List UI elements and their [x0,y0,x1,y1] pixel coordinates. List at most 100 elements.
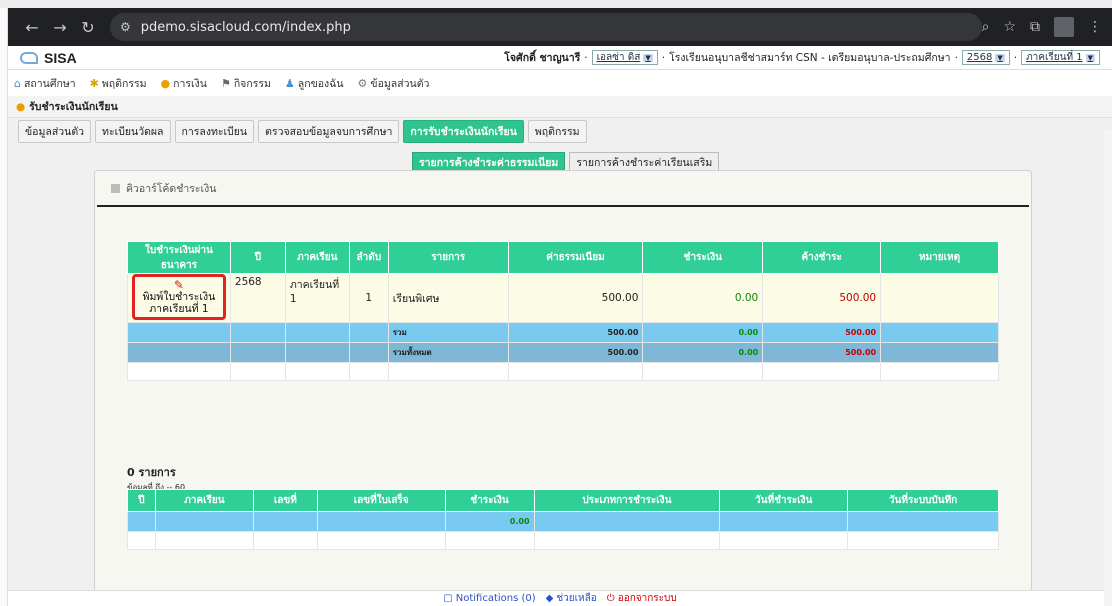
money-icon: ● [16,100,26,113]
total-empty [284,342,350,363]
cell-item: เรียนพิเศษ [387,273,509,323]
blank-cell [154,531,254,550]
tab-personal-info[interactable]: ข้อมูลส่วนตัว [18,119,92,143]
header-receipt-no: เลขที่ใบเสร็จ [316,489,446,512]
help-label: ช่วยเหลือ [556,593,597,604]
address-bar[interactable]: ⚙ pdemo.sisacloud.com/index.php [110,13,982,41]
menu-label: การเงิน [173,77,207,90]
blank-cell [533,511,721,532]
logout-label: ออกจากระบบ [617,593,677,604]
total-paid: 0.00 [642,342,764,363]
year-select[interactable]: 2568 ▼ [961,50,1010,65]
blank-cell [127,511,156,532]
header-term: ภาคเรียน [284,241,350,274]
page-title: รับชำระเงินนักเรียน [29,101,118,113]
site-settings-icon[interactable]: ⚙ [120,20,131,34]
cell-year: 2568 [229,273,286,323]
header-payment-type: ประเภทการชำระเงิน [533,489,721,512]
main-menu: ⌂ สถานศึกษา ✱ พฤติกรรม ● การเงิน ⚑ กิจกรรม ♟… [8,70,1112,96]
header-item: รายการ [387,241,509,274]
header-term: ภาคเรียน [154,489,254,512]
table-row-total: รวมทั้งหมด 500.00 0.00 500.00 [127,342,999,363]
header-paid: ชำระเงิน [642,241,764,274]
cell-term: ภาคเรียนที่ 1 [284,273,350,323]
profile-icon: ⚙ [357,76,368,90]
total-label: รวมทั้งหมด [387,342,509,363]
print-slip-button[interactable]: ✎ พิมพ์ใบชำระเงิน ภาคเรียนที่ 1 [132,274,226,320]
cell-note [880,273,999,323]
print-cell: ✎ พิมพ์ใบชำระเงิน ภาคเรียนที่ 1 [127,273,231,323]
blank-cell [316,531,446,550]
extensions-icon[interactable]: ⧉ [1030,19,1040,35]
sum-note [880,322,999,343]
header-payment-date: วันที่ชำระเงิน [719,489,849,512]
logo[interactable]: SISA [20,50,77,66]
chevron-down-icon: ▼ [1085,53,1095,62]
scrollbar[interactable] [1104,130,1112,606]
back-icon[interactable]: ← [18,18,46,37]
role-select[interactable]: เอลซ่า ดิส ▼ [591,50,658,65]
tab-behavior[interactable]: พฤติกรรม [527,119,587,143]
blank-cell [154,511,254,532]
cell-seq: 1 [348,273,389,323]
tab-graduation-check[interactable]: ตรวจสอบข้อมูลจบการศึกษา [258,119,400,143]
profile-avatar[interactable] [1054,17,1074,37]
notifications-link[interactable]: ▢ Notifications (0) [443,593,535,604]
payment-panel: คิวอาร์โค้ดชำระเงิน ใบชำระเงินผ่านธนาคาร… [94,170,1032,592]
total-empty [229,342,286,363]
blank-cell [284,362,350,381]
table-row: ✎ พิมพ์ใบชำระเงิน ภาคเรียนที่ 1 2568 ภาค… [127,273,999,323]
menu-item-finance[interactable]: ● การเงิน [161,75,207,92]
panel-title: คิวอาร์โค้ดชำระเงิน [126,182,217,195]
blank-cell [444,531,535,550]
menu-item-school[interactable]: ⌂ สถานศึกษา [14,75,76,92]
menu-label: พฤติกรรม [101,77,147,90]
bookmark-star-icon[interactable]: ☆ [1003,19,1016,35]
sum-empty [284,322,350,343]
blank-cell [880,362,999,381]
sisa-logo-icon [20,51,38,64]
menu-item-my-children[interactable]: ♟ ลูกของฉัน [285,75,344,92]
tab-registration[interactable]: การลงทะเบียน [174,119,255,143]
menu-item-behavior[interactable]: ✱ พฤติกรรม [90,75,147,92]
behavior-icon: ✱ [89,76,99,90]
blank-cell [533,531,721,550]
help-link[interactable]: ◆ ช่วยเหลือ [546,591,597,606]
reload-icon[interactable]: ↻ [74,18,102,37]
header-year: ปี [229,241,286,274]
fees-table: ใบชำระเงินผ่านธนาคาร ปี ภาคเรียน ลำดับ ร… [127,241,999,381]
term-select[interactable]: ภาคเรียนที่ 1 ▼ [1021,50,1100,65]
total-note [880,342,999,363]
notifications-label: Notifications (0) [455,593,536,604]
browser-toolbar: ← → ↻ ⚙ pdemo.sisacloud.com/index.php ⌕ … [8,8,1112,46]
zoom-icon[interactable]: ⌕ [982,19,990,35]
sum-empty [348,322,389,343]
sum-due: 500.00 [762,322,882,343]
menu-dots-icon[interactable]: ⋮ [1088,19,1102,35]
house-icon: ⌂ [14,76,21,90]
blank-cell [642,362,764,381]
cell-paid: 0.00 [642,273,764,323]
pdf-icon: ✎ [173,278,184,292]
menu-label: ข้อมูลส่วนตัว [370,77,430,90]
activity-icon: ⚑ [220,76,231,90]
help-icon: ◆ [545,593,554,604]
qr-code-icon [111,183,120,193]
table-row-blank [127,362,999,381]
blank-cell [127,362,231,381]
header-bank-slip: ใบชำระเงินผ่านธนาคาร [127,241,231,274]
history-header: ปี ภาคเรียน เลขที่ เลขที่ใบเสร็จ ชำระเงิ… [127,489,999,512]
blank-cell [252,531,318,550]
menu-item-activity[interactable]: ⚑ กิจกรรม [221,75,271,92]
tab-grades[interactable]: ทะเบียนวัดผล [95,119,171,143]
chevron-down-icon: ▼ [643,53,653,62]
app-footer: ▢ Notifications (0) ◆ ช่วยเหลือ ⏻ ออกจากระบ… [8,590,1112,606]
app-window: SISA โจศักดิ์ ชาญนารี · เอลซ่า ดิส ▼ · โร… [8,46,1112,606]
subtabs: ข้อมูลส่วนตัว ทะเบียนวัดผล การลงทะเบียน … [8,118,1112,144]
logout-link[interactable]: ⏻ ออกจากระบบ [607,591,677,606]
header-paid: ชำระเงิน [444,489,535,512]
history-blank-row [127,531,999,550]
menu-item-profile[interactable]: ⚙ ข้อมูลส่วนตัว [358,75,438,92]
forward-icon[interactable]: → [46,18,74,37]
tab-payment[interactable]: การรับชำระเงินนักเรียน [403,119,524,143]
